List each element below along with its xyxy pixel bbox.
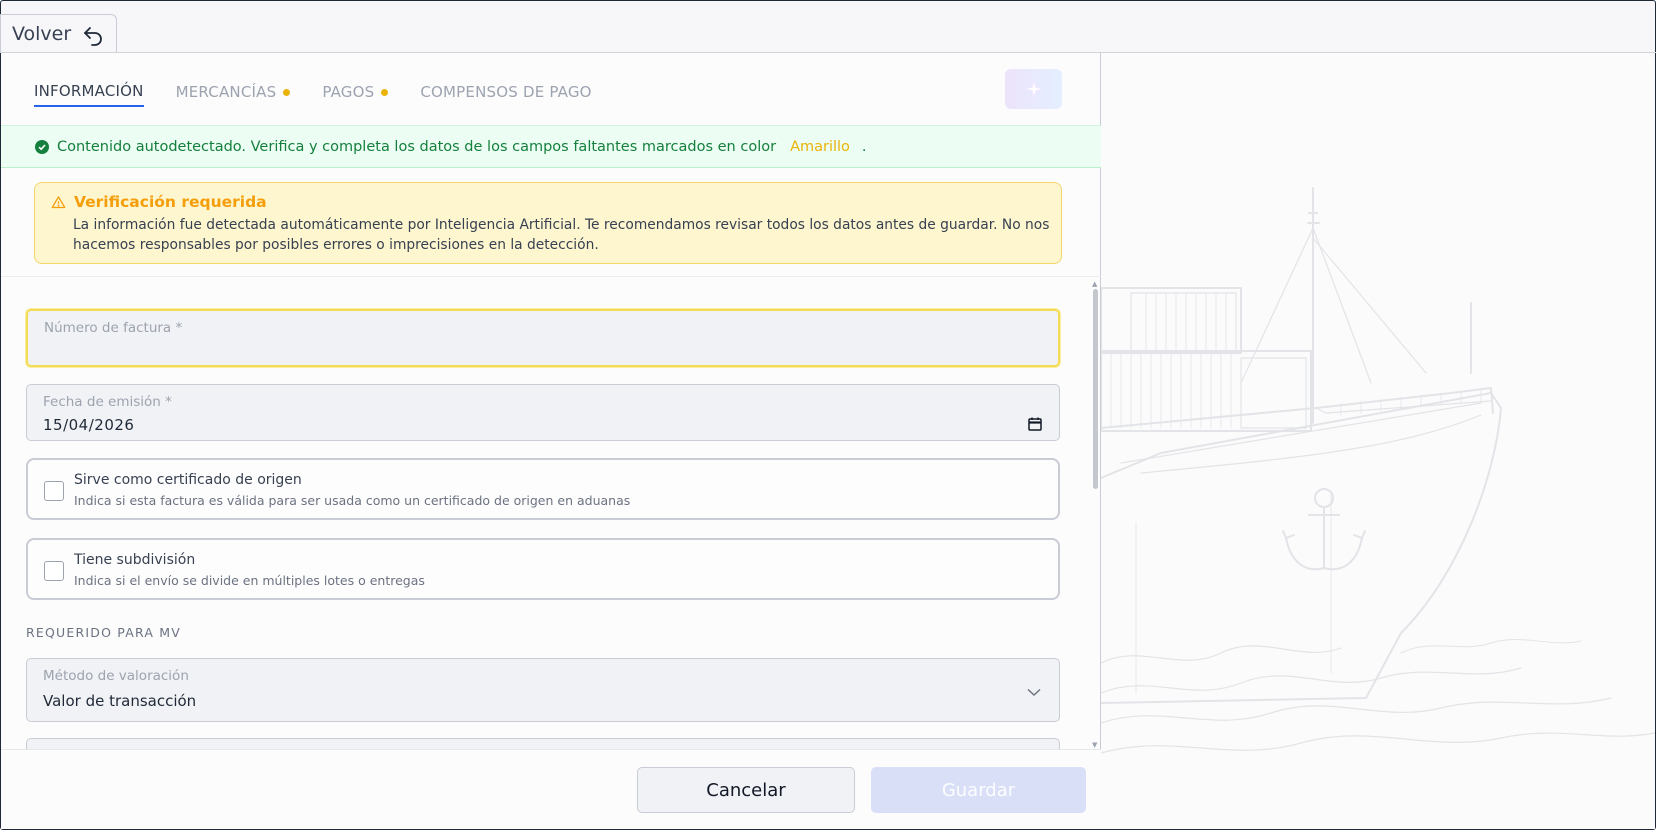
valuation-value: Valor de transacción [43,692,197,710]
certificate-title: Sirve como certificado de origen [74,472,302,488]
back-button[interactable]: Volver [0,14,117,52]
pending-dot [381,88,389,96]
subdivision-description: Indica si el envío se divide en múltiple… [74,573,425,588]
issue-date-value: 15/04/2026 [43,416,135,434]
undo-arrow-icon [84,26,103,46]
sparkles-icon [1025,80,1042,98]
tab-label: PAGOS [322,83,375,101]
scroll-down-arrow[interactable]: ▼ [1092,741,1097,749]
chevron-down-icon [1027,688,1041,697]
section-heading-mv: REQUERIDO PARA MV [26,625,182,640]
scroll-up-arrow[interactable]: ▲ [1092,280,1097,288]
tab-bar: INFORMACIÓN MERCANCÍAS PAGOS COMPENSOS D… [34,77,592,111]
tab-label: MERCANCÍAS [175,83,277,101]
valuation-method-select[interactable]: Método de valoración Valor de transacció… [26,658,1060,722]
pending-dot [283,88,291,96]
form-footer: Cancelar Guardar [1,749,1101,829]
subdivision-title: Tiene subdivisión [74,552,196,568]
valuation-label: Método de valoración [43,668,189,684]
tab-informacion[interactable]: INFORMACIÓN [34,77,144,107]
save-button[interactable]: Guardar [871,767,1086,813]
warning-text: La información fue detectada automáticam… [73,217,1050,253]
warning-triangle-icon [51,195,66,208]
tab-mercancias[interactable]: MERCANCÍAS [176,77,291,107]
ship-illustration [1101,187,1655,754]
autodetect-end: . [861,138,867,155]
subdivision-checkbox[interactable] [44,561,64,581]
tab-label: INFORMACIÓN [34,82,144,100]
warning-header: Verificación requerida [51,193,1061,211]
highlight-color-word: Amarillo [790,138,850,155]
check-circle-icon [35,139,49,154]
invoice-number-field[interactable]: Número de factura * [26,309,1060,367]
section-divider [1,276,1101,277]
tab-label: COMPENSOS DE PAGO [420,83,592,101]
autodetect-text: Contenido autodetectado. Verifica y comp… [57,138,777,155]
issue-date-field[interactable]: Fecha de emisión * 15/04/2026 [26,384,1060,441]
form-panel: INFORMACIÓN MERCANCÍAS PAGOS COMPENSOS D… [1,53,1101,829]
invoice-number-label: Número de factura * [44,320,183,336]
document-preview-panel [1101,53,1655,829]
tab-compensos-de-pago[interactable]: COMPENSOS DE PAGO [420,77,591,107]
subdivision-option[interactable]: Tiene subdivisión Indica si el envío se … [26,538,1060,600]
verification-warning: Verificación requerida La información fu… [34,182,1062,264]
invoice-number-input[interactable] [44,341,944,358]
calendar-icon[interactable] [1027,416,1043,432]
certificate-of-origin-option[interactable]: Sirve como certificado de origen Indica … [26,458,1060,520]
scrollbar-thumb[interactable] [1093,289,1098,489]
certificate-description: Indica si esta factura es válida para se… [74,493,631,508]
autodetect-banner: Contenido autodetectado. Verifica y comp… [1,125,1101,168]
issue-date-label: Fecha de emisión * [43,394,172,410]
warning-title: Verificación requerida [74,193,267,211]
certificate-checkbox[interactable] [44,481,64,501]
back-label: Volver [12,22,72,45]
ai-detect-button[interactable] [1005,69,1062,109]
cancel-button[interactable]: Cancelar [637,767,855,813]
tab-pagos[interactable]: PAGOS [322,77,389,107]
